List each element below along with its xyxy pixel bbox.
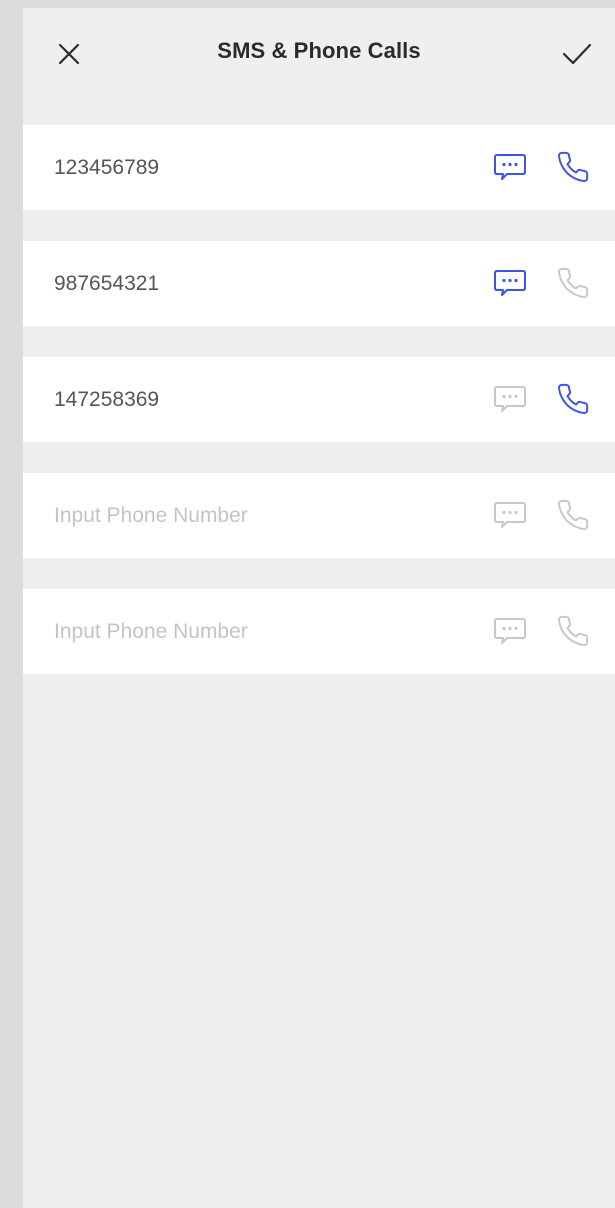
call-toggle-button[interactable] [552, 262, 594, 304]
phone-number-input[interactable] [54, 589, 474, 674]
sms-icon [494, 270, 526, 296]
sms-toggle-button[interactable] [489, 146, 531, 188]
sms-toggle-button[interactable] [489, 610, 531, 652]
phone-number-input[interactable] [54, 125, 474, 210]
sms-toggle-button[interactable] [489, 378, 531, 420]
confirm-button[interactable] [555, 32, 599, 76]
page-title: SMS & Phone Calls [217, 38, 421, 63]
call-toggle-button[interactable] [552, 610, 594, 652]
phone-icon [558, 267, 589, 299]
checkmark-icon [562, 43, 592, 65]
sms-icon [494, 502, 526, 528]
phone-row [23, 241, 615, 326]
phone-number-input[interactable] [54, 473, 474, 558]
phone-row [23, 125, 615, 210]
sms-toggle-button[interactable] [489, 262, 531, 304]
phone-row [23, 473, 615, 558]
phone-number-input[interactable] [54, 241, 474, 326]
call-toggle-button[interactable] [552, 146, 594, 188]
header: SMS & Phone Calls [23, 8, 615, 98]
sms-icon [494, 618, 526, 644]
sms-phone-calls-screen: SMS & Phone Calls [23, 8, 615, 1208]
phone-icon [558, 615, 589, 647]
sms-icon [494, 386, 526, 412]
call-toggle-button[interactable] [552, 378, 594, 420]
sms-toggle-button[interactable] [489, 494, 531, 536]
phone-icon [558, 499, 589, 531]
phone-row [23, 589, 615, 674]
call-toggle-button[interactable] [552, 494, 594, 536]
phone-icon [558, 383, 589, 415]
phone-icon [558, 151, 589, 183]
phone-row [23, 357, 615, 442]
phone-number-input[interactable] [54, 357, 474, 442]
sms-icon [494, 154, 526, 180]
